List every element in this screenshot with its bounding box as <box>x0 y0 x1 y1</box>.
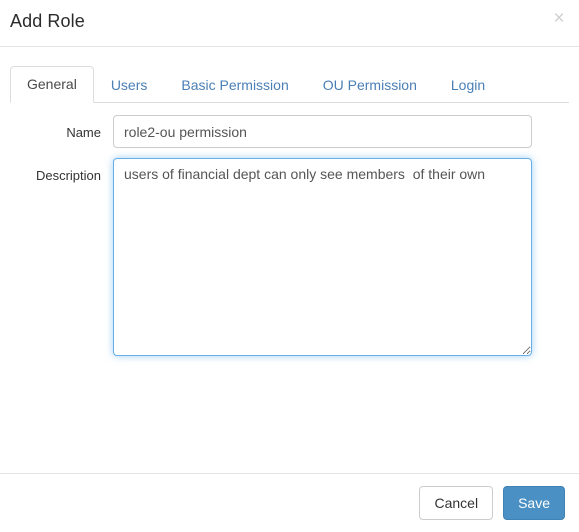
form-row-name: Name <box>10 115 569 148</box>
form-row-description: Description users of financial dept can … <box>10 158 569 356</box>
add-role-dialog: Add Role × General Users Basic Permissio… <box>0 0 579 532</box>
tab-bar: General Users Basic Permission OU Permis… <box>10 66 569 103</box>
save-button[interactable]: Save <box>503 486 565 520</box>
cancel-button[interactable]: Cancel <box>419 486 494 520</box>
description-field-wrap: users of financial dept can only see mem… <box>113 158 569 356</box>
tab-login[interactable]: Login <box>434 67 502 103</box>
tab-ou-permission[interactable]: OU Permission <box>306 67 434 103</box>
name-label: Name <box>66 125 101 140</box>
tab-users[interactable]: Users <box>94 67 165 103</box>
tab-basic-permission[interactable]: Basic Permission <box>164 67 305 103</box>
dialog-header: Add Role × <box>0 0 579 47</box>
name-field-wrap <box>113 115 569 148</box>
close-icon[interactable]: × <box>548 8 570 30</box>
general-form: Name Description users of financial dept… <box>0 103 579 356</box>
description-label: Description <box>35 168 101 183</box>
tab-general[interactable]: General <box>10 66 94 103</box>
description-textarea[interactable]: users of financial dept can only see mem… <box>113 158 532 356</box>
name-input[interactable] <box>113 115 532 148</box>
page-title: Add Role <box>10 11 85 31</box>
dialog-footer: Cancel Save <box>0 473 579 532</box>
dialog-body: General Users Basic Permission OU Permis… <box>0 47 579 532</box>
